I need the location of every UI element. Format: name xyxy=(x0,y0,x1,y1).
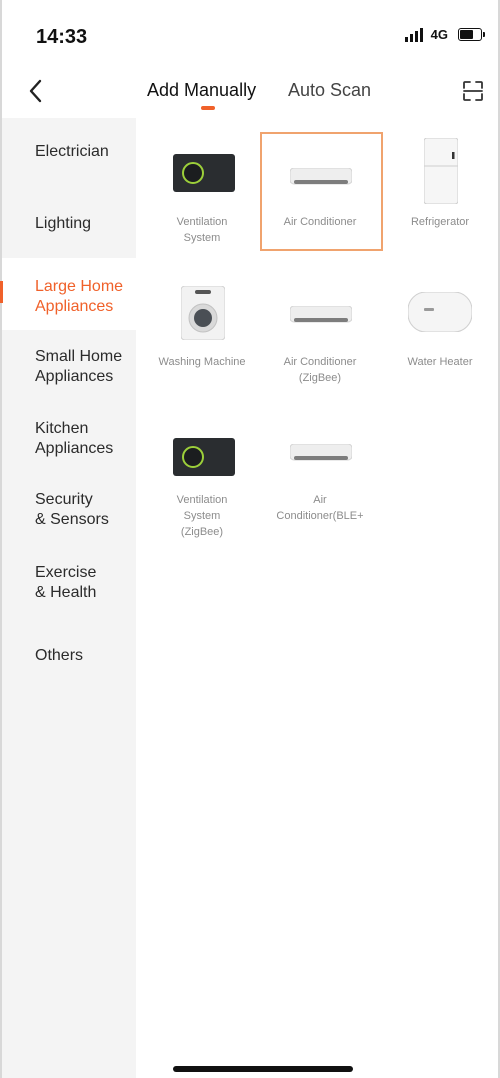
sidebar-item-label: Lighting xyxy=(35,215,92,232)
refrigerator-icon xyxy=(424,138,458,204)
device-label: Refrigerator xyxy=(410,216,470,228)
sidebar-item-kitchen-appliances[interactable]: Kitchen Appliances xyxy=(2,402,136,474)
device-label: Washing Machine xyxy=(158,356,246,368)
device-label: Air Conditioner xyxy=(283,216,357,228)
back-chevron-icon[interactable] xyxy=(26,78,48,104)
status-icons: 4G xyxy=(404,27,485,42)
device-label: Air Conditioner(BLE+ xyxy=(276,494,364,522)
signal-strength-icon xyxy=(404,27,423,42)
sidebar-item-label: Security & Sensors xyxy=(35,491,109,528)
active-tab-indicator xyxy=(201,106,215,110)
sidebar-item-label: Large Home Appliances xyxy=(35,278,124,315)
status-bar: 14:33 4G xyxy=(0,0,500,64)
air-conditioner-icon xyxy=(290,168,352,185)
sidebar-item-exercise-health[interactable]: Exercise & Health xyxy=(2,546,136,618)
device-ventilation-system-zigbee[interactable]: Ventilation System (ZigBee) xyxy=(142,432,262,552)
device-label: Air Conditioner (ZigBee) xyxy=(283,356,357,384)
sidebar-item-label: Exercise & Health xyxy=(35,564,97,601)
sidebar-item-small-home-appliances[interactable]: Small Home Appliances xyxy=(2,330,136,402)
washing-machine-icon xyxy=(181,286,225,340)
sidebar-item-others[interactable]: Others xyxy=(2,618,136,688)
battery-icon xyxy=(458,28,485,41)
network-type: 4G xyxy=(430,27,448,42)
tab-auto-scan[interactable]: Auto Scan xyxy=(288,80,371,101)
sidebar-item-label: Small Home Appliances xyxy=(35,348,123,385)
device-water-heater[interactable]: Water Heater xyxy=(380,286,500,396)
device-label: Ventilation System xyxy=(176,216,228,244)
status-time: 14:33 xyxy=(36,26,88,48)
device-refrigerator[interactable]: Refrigerator xyxy=(380,138,500,248)
device-label: Ventilation System (ZigBee) xyxy=(176,494,228,538)
sidebar-item-label: Kitchen Appliances xyxy=(35,420,114,457)
sidebar-item-security-sensors[interactable]: Security & Sensors xyxy=(2,474,136,546)
ventilation-icon xyxy=(173,154,235,192)
device-ventilation-system[interactable]: Ventilation System xyxy=(142,138,262,248)
home-indicator[interactable] xyxy=(173,1066,353,1072)
device-air-conditioner-ble[interactable]: Air Conditioner(BLE+ xyxy=(260,432,380,552)
active-category-indicator xyxy=(0,281,3,303)
air-conditioner-icon xyxy=(290,444,352,461)
category-sidebar: Electrician Lighting Large Home Applianc… xyxy=(2,118,136,1078)
nav-bar: Add Manually Auto Scan xyxy=(0,64,500,116)
sidebar-item-label: Electrician xyxy=(35,143,109,160)
device-washing-machine[interactable]: Washing Machine xyxy=(142,286,262,396)
sidebar-item-large-home-appliances[interactable]: Large Home Appliances xyxy=(2,258,136,330)
sidebar-item-lighting[interactable]: Lighting xyxy=(2,188,136,258)
tab-add-manually[interactable]: Add Manually xyxy=(147,80,256,101)
device-label: Water Heater xyxy=(407,356,473,368)
device-air-conditioner-zigbee[interactable]: Air Conditioner (ZigBee) xyxy=(260,286,380,396)
device-grid: Ventilation System Air Conditioner Refri… xyxy=(136,118,500,1078)
ventilation-icon xyxy=(173,438,235,476)
water-heater-icon xyxy=(408,292,472,332)
sidebar-item-label: Others xyxy=(35,647,84,664)
scan-qr-icon[interactable] xyxy=(462,80,484,102)
air-conditioner-icon xyxy=(290,306,352,323)
sidebar-item-electrician[interactable]: Electrician xyxy=(2,118,136,188)
device-air-conditioner[interactable]: Air Conditioner xyxy=(260,138,380,248)
